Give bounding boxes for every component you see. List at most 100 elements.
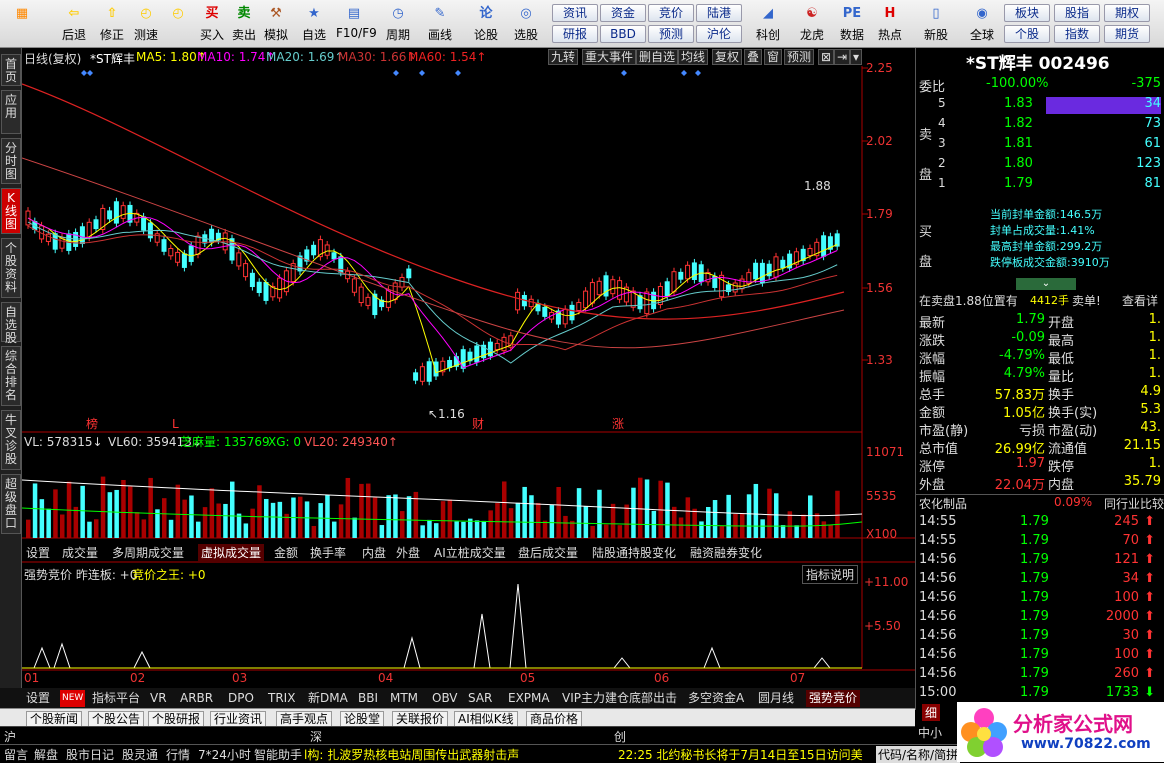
toolbar-button-clock-icon[interactable]: ◴ (160, 2, 196, 46)
indicator-tab[interactable]: 强势竞价 (806, 690, 861, 707)
status-item[interactable]: 股市日记 (66, 746, 114, 763)
volume-tab[interactable]: 外盘 (396, 544, 420, 561)
quick-link-5[interactable]: BBD (600, 25, 646, 43)
quick-link-1[interactable]: 资金 (600, 4, 646, 22)
toolbar-button-数据[interactable]: PE 数据 (834, 2, 870, 46)
indicator-tab[interactable]: 设置 (26, 690, 50, 707)
quick-link-0[interactable]: 资讯 (552, 4, 598, 22)
volume-tab[interactable]: 设置 (26, 544, 50, 561)
toolbar-button-卖出[interactable]: 卖卖出 (226, 2, 262, 46)
indicator-tab[interactable]: VIP主力建仓底部出击 (562, 690, 677, 707)
sidebar-tab-6[interactable]: 综合排名 (1, 346, 21, 406)
news-tab[interactable]: 高手观点 (276, 711, 333, 727)
quick-link-4[interactable]: 研报 (552, 25, 598, 43)
indicator-tab[interactable]: DPO (228, 690, 254, 707)
indicator-tab[interactable]: 新DMA (308, 690, 348, 707)
status-item[interactable]: 股灵通 (122, 746, 158, 763)
status-item[interactable]: 解盘 (34, 746, 58, 763)
toolbar-button-科创[interactable]: ◢ 科创 (750, 2, 786, 46)
toolbar-button-论股[interactable]: 论论股 (468, 2, 504, 46)
volume-tab[interactable]: 金额 (274, 544, 298, 561)
sidebar-tab-2[interactable]: 分时图 (1, 138, 21, 184)
collapse-icon[interactable]: ⌄ (1016, 278, 1076, 290)
sidebar-tab-1[interactable]: 应用 (1, 90, 21, 134)
detail-tab[interactable]: 细 (922, 704, 941, 721)
sidebar-tab-0[interactable]: 首页 (1, 54, 21, 86)
status-item[interactable]: 行情 (166, 746, 190, 763)
sz-index-label[interactable]: 深 (310, 728, 322, 745)
volume-tab[interactable]: AI立桩成交量 (434, 544, 506, 561)
quick-link-right-5[interactable]: 期货 (1104, 25, 1150, 43)
quick-link-3[interactable]: 陆港 (696, 4, 742, 22)
news-ticker-2[interactable]: 22:25 北约秘书长将于7月14日至15日访问美 (618, 746, 863, 763)
toolbar-button-全球[interactable]: ◉ 全球 (964, 2, 1000, 46)
indicator-tab[interactable]: SAR (468, 690, 492, 707)
volume-tab[interactable]: 虚拟成交量 (198, 544, 265, 561)
indicator-tab[interactable]: MTM (390, 690, 418, 707)
toolbar-button-周期[interactable]: ◷ 周期 (380, 2, 416, 46)
quick-link-6[interactable]: 预测 (648, 25, 694, 43)
sme-tab[interactable]: 中小 (918, 724, 942, 741)
toolbar-button-测速[interactable]: ◴ 测速 (128, 2, 164, 46)
toolbar-button-grid-icon[interactable]: ▦ (4, 2, 40, 46)
news-tab[interactable]: AI相似K线 (454, 711, 518, 727)
volume-tab[interactable]: 盘后成交量 (518, 544, 578, 561)
sell-level-row[interactable]: 4 1.82 73 (916, 116, 1164, 135)
code-search-input[interactable]: 代码/名称/简拼 (876, 746, 961, 763)
indicator-help-button[interactable]: 指标说明 (802, 565, 859, 584)
sidebar-tab-8[interactable]: 超级盘口 (1, 474, 21, 534)
indicator-tab[interactable]: BBI (358, 690, 378, 707)
toolbar-button-修正[interactable]: ⇧ 修正 (94, 2, 130, 46)
volume-tab[interactable]: 融资融券变化 (690, 544, 762, 561)
status-item[interactable]: 7*24小时 (198, 746, 251, 763)
cy-index-label[interactable]: 创 (614, 728, 626, 745)
indicator-tab[interactable]: TRIX (268, 690, 295, 707)
indicator-tab[interactable]: VR (150, 690, 167, 707)
quick-link-right-2[interactable]: 期权 (1104, 4, 1150, 22)
toolbar-button-F10/F9[interactable]: ▤ F10/F9 (336, 2, 377, 46)
sh-index-label[interactable]: 沪 (4, 728, 16, 745)
news-tab[interactable]: 行业资讯 (210, 711, 267, 727)
volume-tab[interactable]: 内盘 (362, 544, 386, 561)
indicator-tab[interactable]: 多空资金A (688, 690, 744, 707)
sell-level-row[interactable]: 2 1.80 123 (916, 156, 1164, 175)
volume-tab[interactable]: 成交量 (62, 544, 98, 561)
sidebar-tab-4[interactable]: 个股资料 (1, 238, 21, 298)
industry-name[interactable]: 农化制品 (919, 495, 967, 512)
toolbar-button-模拟[interactable]: ⚒ 模拟 (258, 2, 294, 46)
indicator-tab[interactable]: 圆月线 (758, 690, 794, 707)
status-item[interactable]: 智能助手 (254, 746, 302, 763)
quick-link-2[interactable]: 竞价 (648, 4, 694, 22)
toolbar-button-买入[interactable]: 买买入 (194, 2, 230, 46)
sell-level-row[interactable]: 3 1.81 61 (916, 136, 1164, 155)
news-tab[interactable]: 个股公告 (88, 711, 145, 727)
quick-link-right-1[interactable]: 股指 (1054, 4, 1100, 22)
toolbar-button-新股[interactable]: ▯ 新股 (918, 2, 954, 46)
toolbar-button-后退[interactable]: ⇦ 后退 (56, 2, 92, 46)
toolbar-button-热点[interactable]: H 热点 (872, 2, 908, 46)
quick-link-7[interactable]: 沪伦 (696, 25, 742, 43)
zaimai-detail-link[interactable]: 查看详 (1122, 292, 1158, 309)
quick-link-right-3[interactable]: 个股 (1004, 25, 1050, 43)
news-tab[interactable]: 个股新闻 (26, 711, 83, 727)
sidebar-tab-7[interactable]: 牛叉诊股 (1, 410, 21, 470)
volume-tab[interactable]: 陆股通持股变化 (592, 544, 676, 561)
industry-compare-button[interactable]: 同行业比较 (1104, 495, 1164, 512)
volume-tab[interactable]: 换手率 (310, 544, 346, 561)
sidebar-tab-3[interactable]: K线图 (1, 188, 21, 234)
quick-link-right-4[interactable]: 指数 (1054, 25, 1100, 43)
sidebar-tab-5[interactable]: 自选股 (1, 302, 21, 345)
sell-level-row[interactable]: 1 1.79 81 (916, 176, 1164, 195)
news-tab[interactable]: 论股堂 (340, 711, 385, 727)
sell-level-row[interactable]: 5 1.83 34 (916, 96, 1164, 115)
indicator-tab[interactable]: 指标平台 (92, 690, 140, 707)
news-tab[interactable]: 商品价格 (526, 711, 583, 727)
volume-tab[interactable]: 多周期成交量 (112, 544, 184, 561)
news-ticker[interactable]: l构: 扎波罗热核电站周围传出武器射击声 (304, 746, 519, 763)
toolbar-button-龙虎[interactable]: ☯ 龙虎 (794, 2, 830, 46)
news-tab[interactable]: 个股研报 (148, 711, 205, 727)
kline-chart-area[interactable]: 日线(复权) *ST辉丰 MA5: 1.80↑ MA10: 1.74↑ MA20… (22, 48, 915, 710)
toolbar-button-画线[interactable]: ✎ 画线 (422, 2, 458, 46)
indicator-tab[interactable]: ARBR (180, 690, 213, 707)
news-tab[interactable]: 关联报价 (392, 711, 449, 727)
